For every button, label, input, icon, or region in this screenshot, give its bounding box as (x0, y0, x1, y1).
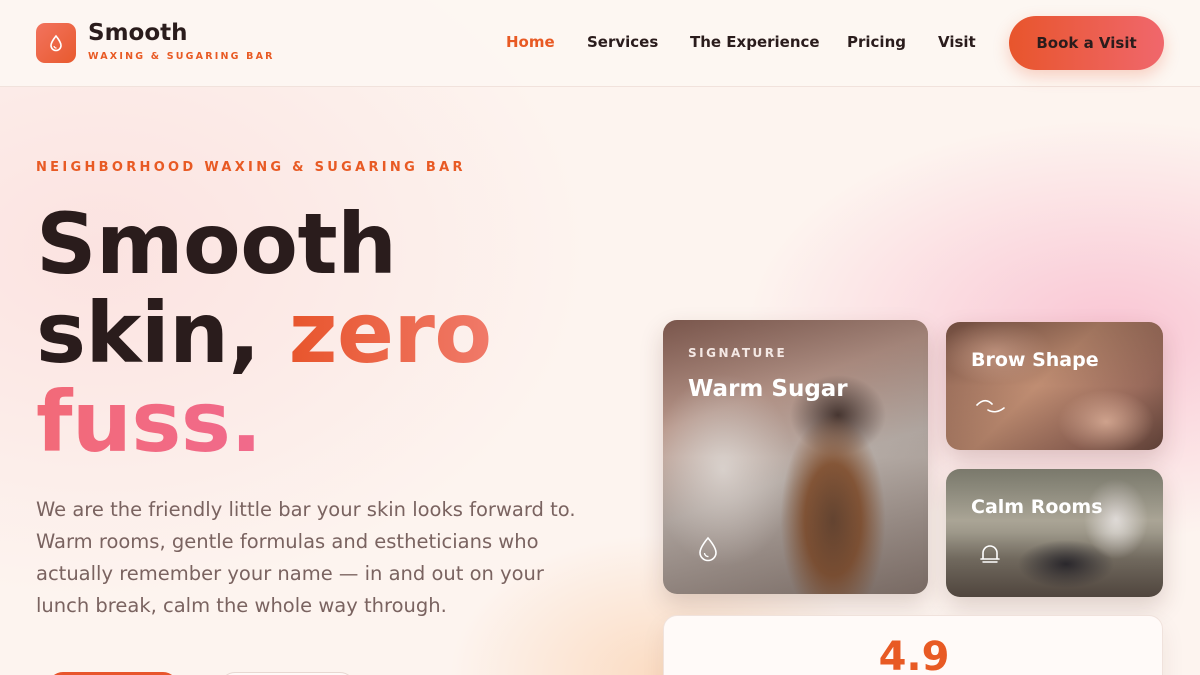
hero-title-line-2: skin, zero (36, 289, 492, 378)
card-title-calm-rooms: Calm Rooms (971, 496, 1103, 518)
book-a-visit-button[interactable]: Book a Visit (1009, 16, 1164, 70)
eyebrow-icon (976, 399, 1005, 413)
signature-card[interactable]: SIGNATURE Warm Sugar (663, 320, 928, 594)
hero-title-fuss: fuss. (36, 378, 492, 467)
card-overlay (946, 469, 1163, 597)
hero-title-zero: zero (288, 284, 493, 382)
calm-rooms-card[interactable]: Calm Rooms (946, 469, 1163, 597)
water-drop-icon (699, 536, 717, 562)
hero-eyebrow: NEIGHBORHOOD WAXING & SUGARING BAR (36, 160, 466, 175)
nav-item-services[interactable]: Services (587, 33, 658, 51)
nav-item-pricing[interactable]: Pricing (847, 33, 906, 51)
brand-name[interactable]: Smooth (88, 20, 188, 46)
nav-item-home[interactable]: Home (506, 33, 555, 51)
card-kicker: SIGNATURE (688, 346, 788, 360)
nav-item-visit[interactable]: Visit (938, 33, 976, 51)
nav-item-the-experience[interactable]: The Experience (690, 33, 820, 51)
card-title-warm-sugar: Warm Sugar (688, 376, 848, 402)
hero-title: Smooth skin, zero fuss. (36, 200, 492, 467)
rating-card: 4.9 (663, 615, 1163, 675)
brand-tagline: WAXING & SUGARING BAR (88, 51, 275, 62)
hero-description: We are the friendly little bar your skin… (36, 498, 576, 617)
bell-icon (980, 545, 1000, 563)
logo-mark[interactable] (36, 23, 76, 63)
card-overlay (946, 322, 1163, 450)
hero-title-skin: skin, (36, 284, 289, 382)
rating-value: 4.9 (878, 634, 950, 675)
site-header: Smooth WAXING & SUGARING BAR Home Servic… (0, 0, 1200, 87)
water-drop-icon (50, 34, 62, 52)
brow-shape-card[interactable]: Brow Shape (946, 322, 1163, 450)
card-title-brow-shape: Brow Shape (971, 349, 1099, 371)
hero-title-line-1: Smooth (36, 195, 397, 293)
